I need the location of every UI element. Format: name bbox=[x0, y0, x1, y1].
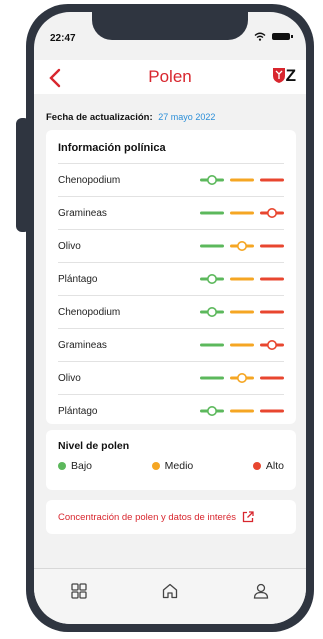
pollen-data-link[interactable]: Concentración de polen y datos de interé… bbox=[46, 500, 296, 534]
level-bar-high bbox=[260, 244, 284, 248]
level-bar-high bbox=[260, 277, 284, 281]
legend-item-medium: Medio bbox=[151, 460, 194, 472]
pollen-level-indicator bbox=[200, 241, 284, 251]
pollen-name: Gramineas bbox=[58, 339, 107, 351]
shield-logo-icon bbox=[272, 68, 285, 83]
pollen-name: Gramineas bbox=[58, 207, 107, 219]
level-marker bbox=[236, 241, 247, 251]
pollen-row: Chenopodium bbox=[58, 163, 284, 196]
info-title: Información polínica bbox=[58, 142, 166, 154]
app-header: Polen Z bbox=[34, 60, 306, 94]
pollen-row: Olivo bbox=[58, 361, 284, 394]
legend-dot-medium bbox=[151, 462, 160, 470]
level-bar-low bbox=[200, 211, 224, 215]
legend-label-low: Bajo bbox=[71, 460, 93, 472]
level-bar-medium bbox=[230, 343, 254, 347]
pollen-name: Olivo bbox=[58, 372, 81, 384]
level-bar-high bbox=[260, 409, 284, 413]
level-marker bbox=[207, 406, 217, 416]
pollen-rows: Chenopodium Gramineas Olivo Plántago Chenopo… bbox=[58, 163, 284, 427]
tab-profile[interactable] bbox=[246, 579, 276, 603]
city-logo: Z bbox=[272, 66, 296, 85]
pollen-level-indicator bbox=[200, 340, 284, 350]
pollen-level-indicator bbox=[200, 208, 284, 218]
pollen-name: Olivo bbox=[58, 240, 81, 252]
level-bar-medium bbox=[230, 178, 254, 182]
legend: Bajo Medio Alto bbox=[58, 460, 284, 472]
logo-letter: Z bbox=[285, 66, 296, 85]
pollen-info-card: Información polínica Chenopodium Graminea… bbox=[46, 130, 296, 424]
tab-grid[interactable] bbox=[64, 579, 94, 603]
pollen-level-indicator bbox=[200, 175, 284, 185]
pollen-row: Chenopodium bbox=[58, 295, 284, 328]
external-link-icon bbox=[242, 511, 254, 523]
pollen-level-indicator bbox=[200, 373, 284, 383]
update-label: Fecha de actualización: bbox=[46, 112, 153, 123]
pollen-row: Plántago bbox=[58, 394, 284, 427]
pollen-level-indicator bbox=[200, 274, 284, 284]
level-marker bbox=[207, 307, 217, 317]
legend-card: Nivel de polen Bajo Medio Alto bbox=[46, 430, 296, 490]
pollen-name: Chenopodium bbox=[58, 306, 121, 318]
grid-icon bbox=[71, 583, 87, 599]
level-bar-high bbox=[260, 310, 284, 314]
level-bar-low bbox=[200, 343, 224, 347]
level-bar-medium bbox=[230, 409, 254, 413]
tab-home[interactable] bbox=[155, 579, 185, 603]
home-icon bbox=[162, 583, 178, 599]
pollen-name: Plántago bbox=[58, 273, 98, 285]
level-marker bbox=[267, 208, 278, 218]
wifi-icon bbox=[254, 32, 266, 41]
status-icons bbox=[254, 32, 293, 41]
page-title: Polen bbox=[148, 67, 192, 86]
legend-label-medium: Medio bbox=[164, 460, 194, 472]
update-date: 27 mayo 2022 bbox=[158, 112, 216, 122]
legend-title: Nivel de polen bbox=[58, 440, 130, 452]
status-time: 22:47 bbox=[50, 33, 76, 44]
legend-dot-high bbox=[252, 462, 261, 470]
pollen-row: Plántago bbox=[58, 262, 284, 295]
level-bar-low bbox=[200, 244, 224, 248]
pollen-row: Gramineas bbox=[58, 328, 284, 361]
level-bar-medium bbox=[230, 211, 254, 215]
level-marker bbox=[267, 340, 278, 350]
pollen-level-indicator bbox=[200, 307, 284, 317]
back-arrow-icon[interactable] bbox=[44, 66, 68, 90]
level-marker bbox=[207, 175, 217, 185]
pollen-name: Plántago bbox=[58, 405, 98, 417]
user-icon bbox=[253, 583, 268, 599]
level-bar-medium bbox=[230, 277, 254, 281]
tab-bar bbox=[34, 568, 306, 624]
level-marker bbox=[207, 274, 217, 284]
legend-item-low: Bajo bbox=[58, 460, 92, 472]
pollen-row: Olivo bbox=[58, 229, 284, 262]
battery-icon bbox=[272, 33, 293, 40]
level-marker bbox=[236, 373, 247, 383]
level-bar-high bbox=[260, 376, 284, 380]
level-bar-low bbox=[200, 376, 224, 380]
update-line: Fecha de actualización: 27 mayo 2022 bbox=[46, 112, 215, 123]
pollen-name: Chenopodium bbox=[58, 174, 121, 186]
legend-dot-low bbox=[58, 462, 66, 470]
legend-label-high: Alto bbox=[265, 460, 284, 472]
pollen-row: Gramineas bbox=[58, 196, 284, 229]
legend-item-high: Alto bbox=[252, 460, 284, 472]
pollen-level-indicator bbox=[200, 406, 284, 416]
level-bar-medium bbox=[230, 310, 254, 314]
level-bar-high bbox=[260, 178, 284, 182]
notch bbox=[92, 12, 248, 40]
link-text: Concentración de polen y datos de interé… bbox=[58, 511, 236, 523]
app-screen: 22:47 Polen Z Fecha de actualización: 27… bbox=[34, 12, 306, 624]
